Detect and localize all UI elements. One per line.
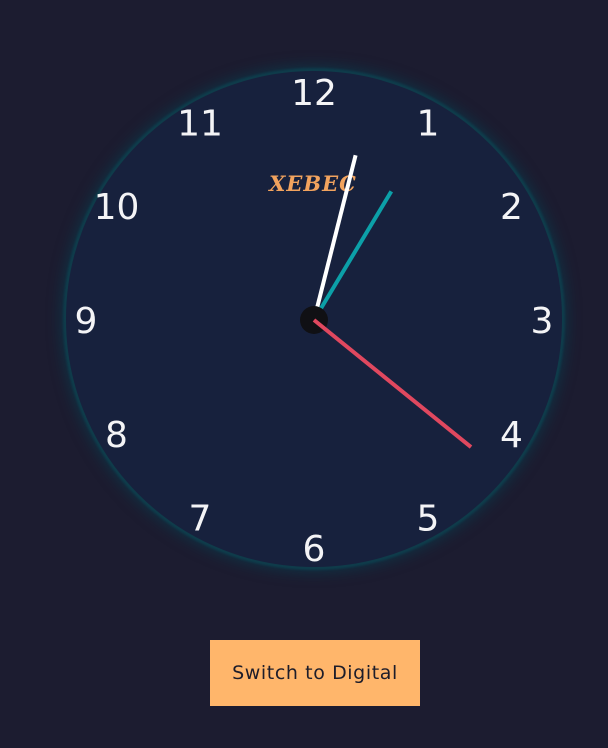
numeral-6: 6 — [303, 529, 326, 570]
numeral-5: 5 — [417, 499, 440, 540]
numeral-10: 10 — [94, 187, 140, 228]
second-hand — [312, 318, 473, 449]
numeral-4: 4 — [500, 415, 523, 456]
numeral-2: 2 — [500, 187, 523, 228]
numeral-1: 1 — [417, 104, 440, 145]
numeral-11: 11 — [177, 104, 223, 145]
numeral-3: 3 — [531, 301, 554, 342]
numeral-8: 8 — [105, 415, 128, 456]
clock-page: 12 1 2 3 4 5 6 7 8 9 10 11 XEBEC Switch … — [0, 0, 608, 748]
brand-logo: XEBEC — [267, 171, 357, 196]
hour-hand — [312, 190, 394, 322]
analog-clock: 12 1 2 3 4 5 6 7 8 9 10 11 XEBEC — [75, 73, 554, 570]
switch-to-digital-button[interactable]: Switch to Digital — [210, 640, 420, 706]
numeral-9: 9 — [75, 301, 98, 342]
numeral-7: 7 — [189, 499, 212, 540]
numeral-12: 12 — [291, 73, 337, 114]
